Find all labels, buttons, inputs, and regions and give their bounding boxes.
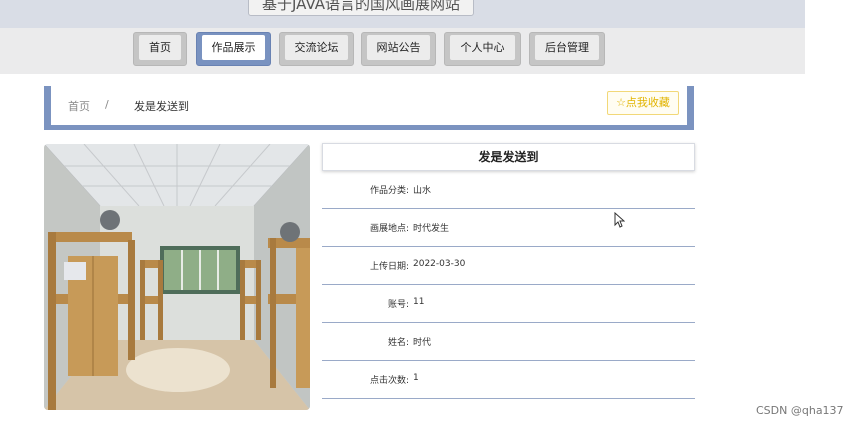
detail-row-click-count: 点击次数: 1 — [322, 361, 695, 399]
detail-row-location: 画展地点: 时代发生 — [322, 209, 695, 247]
detail-value: 时代发生 — [413, 224, 450, 234]
nav-item-label: 作品展示 — [202, 35, 265, 60]
breadcrumb-current: 发是发送到 — [134, 100, 189, 113]
detail-value: 时代 — [413, 338, 432, 348]
detail-row-name: 姓名: 时代 — [322, 323, 695, 361]
detail-row-upload-date: 上传日期: 2022-03-30 — [322, 247, 695, 285]
site-title: 基于JAVA语言的国风画展网站 — [248, 0, 474, 16]
artwork-title: 发是发送到 — [322, 143, 695, 171]
nav-item-profile[interactable]: 个人中心 — [444, 32, 521, 66]
detail-label: 姓名: — [387, 338, 409, 348]
detail-row-category: 作品分类: 山水 — [322, 171, 695, 209]
detail-row-account: 账号: 11 — [322, 285, 695, 323]
breadcrumb-separator: / — [105, 98, 109, 111]
nav-item-home[interactable]: 首页 — [133, 32, 187, 66]
detail-label: 画展地点: — [369, 224, 409, 234]
detail-label: 点击次数: — [369, 376, 409, 386]
detail-value: 1 — [413, 373, 419, 383]
watermark: CSDN @qha137 — [756, 404, 844, 417]
nav-item-forum[interactable]: 交流论坛 — [279, 32, 354, 66]
nav-item-works[interactable]: 作品展示 — [196, 32, 271, 66]
artwork-image — [44, 144, 310, 410]
detail-label: 上传日期: — [369, 262, 409, 272]
mouse-cursor-icon — [614, 211, 626, 232]
detail-label: 账号: — [387, 300, 409, 310]
nav-item-label: 后台管理 — [535, 35, 599, 60]
nav-item-admin[interactable]: 后台管理 — [529, 32, 605, 66]
detail-value: 山水 — [413, 186, 432, 196]
detail-value: 2022-03-30 — [413, 259, 466, 269]
nav-item-announcements[interactable]: 网站公告 — [361, 32, 436, 66]
breadcrumb-home-link[interactable]: 首页 — [68, 98, 90, 114]
nav-item-label: 网站公告 — [367, 35, 430, 60]
nav-item-label: 交流论坛 — [285, 35, 348, 60]
breadcrumb-panel: 首页 / 发是发送到 ☆点我收藏 — [51, 86, 687, 125]
breadcrumb: 首页 / 发是发送到 ☆点我收藏 — [44, 86, 694, 130]
detail-value: 11 — [413, 297, 425, 307]
nav-item-label: 个人中心 — [450, 35, 515, 60]
nav-item-label: 首页 — [139, 35, 181, 60]
detail-label: 作品分类: — [369, 186, 409, 196]
favorite-button[interactable]: ☆点我收藏 — [607, 91, 679, 115]
